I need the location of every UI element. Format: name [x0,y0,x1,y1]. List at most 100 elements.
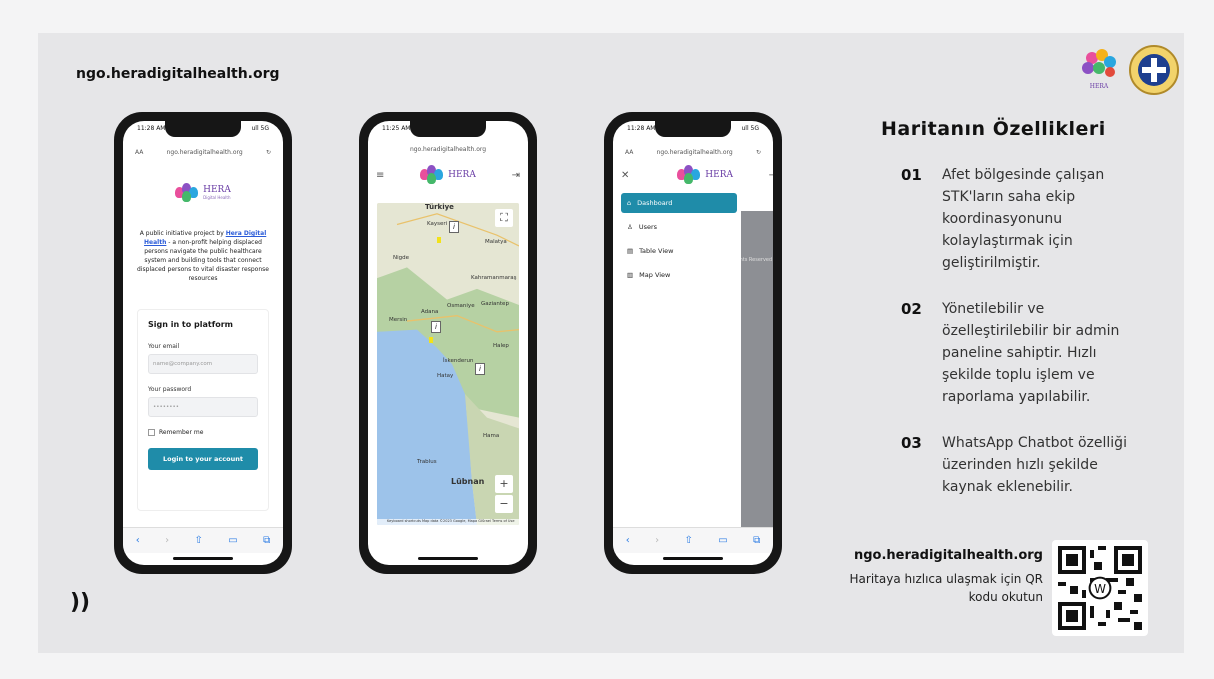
sidebar-item-users[interactable]: ♙ Users [621,217,737,237]
chevron-right-icon[interactable]: )) [70,590,90,615]
password-field[interactable]: •••••••• [148,397,258,417]
marker-icon[interactable]: i [449,221,459,233]
home-indicator [173,557,233,560]
marker-icon[interactable]: i [475,363,485,375]
site-url[interactable]: ngo.heradigitalhealth.org [76,66,280,82]
feature-item: 03 WhatsApp Chatbot özelliği üzerinden hı… [901,432,1131,498]
map-label: Kayseri [427,221,448,227]
zoom-in-button[interactable]: + [495,475,513,493]
sidebar-header: ✕ HERA ⇥ [613,161,773,189]
qr-instructions: Haritaya hızlıca ulaşmak için QR kodu ok… [849,572,1043,604]
menu-screen: 11:28 AM ull 5G AA ngo.heradigitalhealth… [613,121,773,565]
qr-site-url: ngo.heradigitalhealth.org [853,548,1043,563]
svg-text:W: W [1094,582,1106,596]
zoom-out-button[interactable]: − [495,495,513,513]
partner-logos: HERA [1082,45,1179,95]
back-icon[interactable]: ‹ [626,535,630,546]
url-text[interactable]: ngo.heradigitalhealth.org [143,149,266,156]
map-label: Adana [421,309,439,315]
forward-icon[interactable]: › [655,535,659,546]
home-indicator [663,557,723,560]
notch [655,121,731,137]
url-bar[interactable]: AA ngo.heradigitalhealth.org ↻ [129,143,277,161]
hera-brand: HERA Digital Health [123,183,283,203]
logout-icon[interactable]: ⇥ [769,170,773,181]
reload-icon[interactable]: ↻ [756,149,761,156]
url-bar[interactable]: ngo.heradigitalhealth.org [374,143,522,155]
features-title: Haritanın Özellikleri [881,118,1106,140]
brand-name: HERA [203,185,231,195]
tabs-icon[interactable]: ⧉ [263,535,270,546]
map-label: Mersin [389,317,408,323]
safari-toolbar: ‹ › ⇧ ▭ ⧉ [123,527,283,553]
map-label: Gaziantep [481,301,509,307]
map-label: Malatya [485,239,507,245]
hera-flower-icon [175,183,199,203]
sidebar-item-table-view[interactable]: ▤ Table View [621,241,737,261]
login-screen: 11:28 AM ull 5G AA ngo.heradigitalhealth… [123,121,283,565]
status-signal: ull 5G [741,125,759,132]
qr-pattern: W [1058,546,1142,630]
hera-flower-icon [420,165,444,185]
remember-checkbox[interactable] [148,429,155,436]
bookmarks-icon[interactable]: ▭ [228,535,237,546]
signin-card: Sign in to platform Your email name@comp… [137,309,269,511]
phone-map: 11:25 AM ngo.heradigitalhealth.org ≡ HER… [359,112,537,574]
share-icon[interactable]: ⇧ [684,535,692,546]
password-label: Your password [148,386,192,393]
brand-name: HERA [705,169,733,180]
map-label: Hatay [437,373,454,379]
intro-text: A public initiative project by Hera Digi… [137,230,269,282]
reload-icon[interactable]: ↻ [266,149,271,156]
signin-title: Sign in to platform [148,320,233,329]
status-time: 11:25 AM [382,125,411,132]
email-field[interactable]: name@company.com [148,354,258,374]
map-label: Trablus [417,459,437,465]
sidebar-item-map-view[interactable]: ▥ Map View [621,265,737,285]
map-label: Halep [493,343,509,349]
feature-number: 01 [901,166,922,184]
home-icon: ⌂ [627,199,632,207]
url-bar[interactable]: AA ngo.heradigitalhealth.org ↻ [619,143,767,161]
map-label: Lübnan [451,477,485,486]
url-text[interactable]: ngo.heradigitalhealth.org [380,146,516,153]
hera-logo-icon: HERA [1082,49,1116,90]
qr-code-icon[interactable]: W [1052,540,1148,636]
menu-icon[interactable]: ≡ [376,170,384,181]
marker-tag [437,237,441,243]
remember-me[interactable]: Remember me [148,429,258,436]
logout-icon[interactable]: ⇥ [512,170,520,181]
feature-number: 03 [901,434,922,452]
feature-item: 02 Yönetilebilir ve özelleştirilebilir bi… [901,298,1131,408]
map-view[interactable]: Türkiye Kayseri Nigde Malatya Kahramanma… [377,203,519,525]
notch [410,121,486,137]
feature-text: Afet bölgesinde çalışan STK'ların saha e… [942,167,1105,271]
marker-icon[interactable]: i [431,321,441,333]
forward-icon[interactable]: › [165,535,169,546]
bookmarks-icon[interactable]: ▭ [718,535,727,546]
text-size-button[interactable]: AA [625,149,633,156]
close-icon[interactable]: ✕ [621,170,629,181]
sidebar-item-dashboard[interactable]: ⌂ Dashboard [621,193,737,213]
home-indicator [418,557,478,560]
hera-brand: HERA [677,165,733,185]
feature-text: Yönetilebilir ve özelleştirilebilir bir … [942,301,1120,405]
url-text[interactable]: ngo.heradigitalhealth.org [633,149,756,156]
back-icon[interactable]: ‹ [136,535,140,546]
feature-number: 02 [901,300,922,318]
login-button[interactable]: Login to your account [148,448,258,470]
brand-name: HERA [448,169,476,180]
map-label: Nigde [393,255,410,261]
status-time: 11:28 AM [137,125,166,132]
text-size-button[interactable]: AA [135,149,143,156]
map-credit: Keyboard shortcuts Map data ©2023 Google… [377,519,519,525]
safari-toolbar: ‹ › ⇧ ▭ ⧉ [613,527,773,553]
share-icon[interactable]: ⇧ [194,535,202,546]
map-icon: ▥ [627,271,634,279]
status-time: 11:28 AM [627,125,656,132]
feature-item: 01 Afet bölgesinde çalışan STK'ların saha… [901,164,1131,274]
fullscreen-icon[interactable]: ⛶ [495,209,513,227]
map-label: İskenderun [443,358,474,364]
page-overlay[interactable]: ights Reserved [735,211,773,527]
tabs-icon[interactable]: ⧉ [753,535,760,546]
